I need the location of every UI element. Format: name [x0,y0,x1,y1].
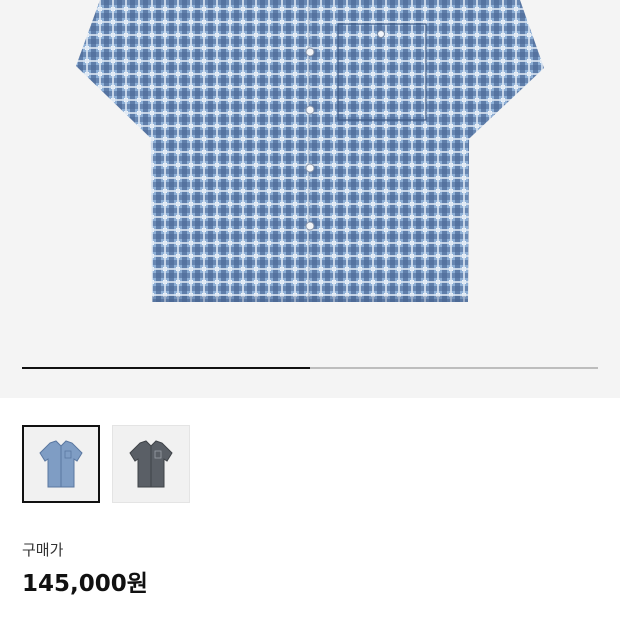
shirt-button [305,221,315,231]
gallery-progress-track [22,367,598,369]
shirt-button [305,105,315,115]
product-price: 145,000원 [22,571,148,597]
thumbnail-blue-shirt[interactable] [22,425,100,503]
chest-pocket [337,23,427,121]
blue-shirt-thumbnail-icon [39,440,83,488]
grey-shirt-thumbnail-icon [129,440,173,488]
thumbnail-list [22,425,190,503]
shirt-button [305,163,315,173]
thumbnail-grey-shirt[interactable] [112,425,190,503]
product-main-image [76,0,544,302]
price-label: 구매가 [22,541,64,559]
product-image-area[interactable] [0,0,620,398]
gallery-progress-fill [22,367,310,369]
shirt-button [305,47,315,57]
